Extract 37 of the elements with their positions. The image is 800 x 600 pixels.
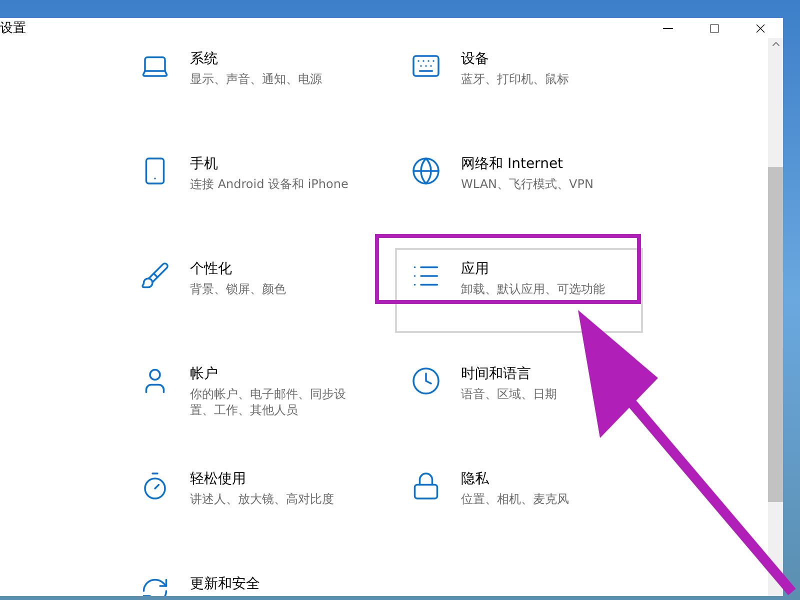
tile-title: 帐户	[190, 365, 219, 383]
settings-tile[interactable]: 轻松使用 讲述人、放大镜、高对比度	[124, 458, 349, 543]
tile-title: 手机	[190, 155, 219, 173]
tile-subtitle: 连接 Android 设备和 iPhone	[190, 176, 348, 192]
tile-title: 应用	[461, 260, 490, 278]
tile-subtitle: 卸载、默认应用、可选功能	[461, 281, 605, 297]
tile-title: 设备	[461, 50, 490, 68]
tile-title: 更新和安全	[190, 575, 260, 593]
tile-subtitle: 语音、区域、日期	[461, 386, 557, 402]
settings-tile[interactable]: 网络和 Internet WLAN、飞行模式、VPN	[395, 143, 608, 228]
tile-title: 系统	[190, 50, 219, 68]
tile-subtitle: WLAN、飞行模式、VPN	[461, 176, 594, 192]
settings-tile[interactable]: 时间和语言 语音、区域、日期	[395, 353, 572, 438]
tile-title: 网络和 Internet	[461, 155, 564, 173]
scroll-thumb[interactable]	[768, 167, 783, 502]
settings-tile[interactable]: 更新和安全	[124, 563, 275, 596]
settings-tile[interactable]: 系统 显示、声音、通知、电源	[124, 38, 337, 123]
window-title: 设置	[0, 20, 26, 37]
settings-tile[interactable]: 手机 连接 Android 设备和 iPhone	[124, 143, 364, 228]
tile-subtitle: 蓝牙、打印机、鼠标	[461, 71, 569, 87]
tile-title: 隐私	[461, 470, 490, 488]
tile-subtitle: 显示、声音、通知、电源	[190, 71, 322, 87]
tile-title: 个性化	[190, 260, 233, 278]
settings-tile[interactable]: 个性化 背景、锁屏、颜色	[124, 248, 301, 333]
settings-tile[interactable]: 应用 卸载、默认应用、可选功能	[395, 248, 643, 333]
settings-tile[interactable]: 隐私 位置、相机、麦克风	[395, 458, 584, 543]
tile-subtitle: 位置、相机、麦克风	[461, 491, 569, 507]
tile-title: 轻松使用	[190, 470, 247, 488]
tile-subtitle: 你的帐户、电子邮件、同步设置、工作、其他人员	[190, 386, 347, 418]
settings-tile[interactable]: 帐户 你的帐户、电子邮件、同步设置、工作、其他人员	[124, 353, 372, 438]
clock-icon	[410, 365, 442, 397]
globe-icon	[410, 155, 442, 187]
tile-title: 时间和语言	[461, 365, 532, 383]
tile-subtitle: 讲述人、放大镜、高对比度	[190, 491, 334, 507]
maximize-icon	[708, 22, 720, 34]
settings-tile[interactable]: 设备 蓝牙、打印机、鼠标	[395, 38, 584, 123]
tile-subtitle: 背景、锁屏、颜色	[190, 281, 286, 297]
